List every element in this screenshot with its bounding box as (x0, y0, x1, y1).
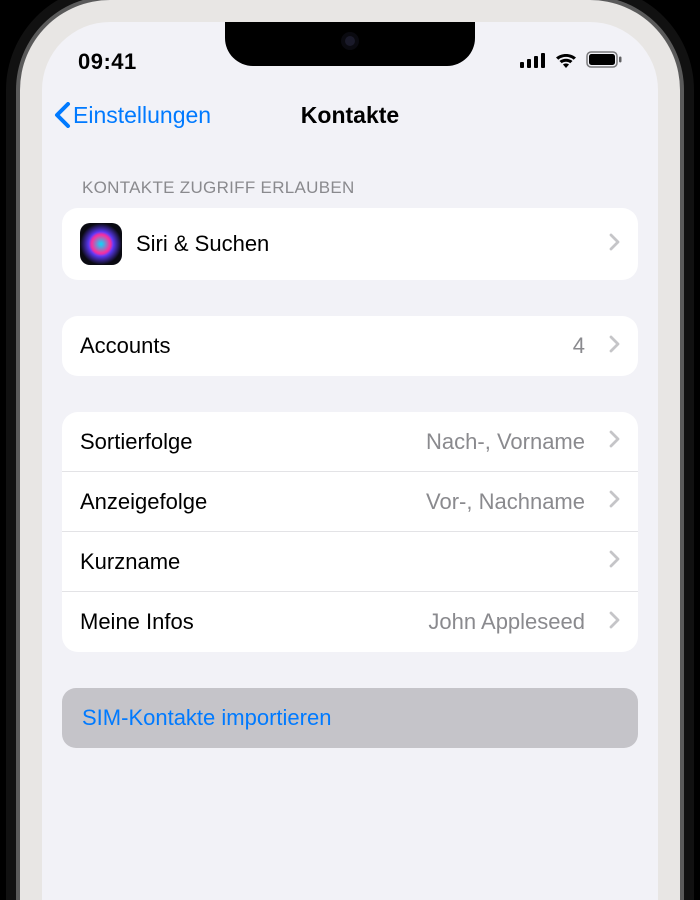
siri-icon (80, 223, 122, 265)
group-access: Siri & Suchen (62, 208, 638, 280)
row-accounts[interactable]: Accounts 4 (62, 316, 638, 376)
chevron-right-icon (609, 490, 620, 513)
row-label-siri: Siri & Suchen (136, 231, 269, 257)
chevron-right-icon (609, 430, 620, 453)
status-time: 09:41 (78, 49, 137, 75)
notch (225, 22, 475, 66)
chevron-right-icon (609, 550, 620, 573)
row-label-accounts: Accounts (80, 333, 171, 359)
chevron-right-icon (609, 335, 620, 358)
back-button[interactable]: Einstellungen (54, 102, 211, 129)
group-action: SIM-Kontakte importieren (62, 688, 638, 748)
phone-frame: 09:41 Einstellungen Kontakte (20, 0, 680, 900)
row-value-accounts: 4 (573, 333, 585, 359)
section-header-access: KONTAKTE ZUGRIFF ERLAUBEN (62, 156, 638, 208)
chevron-left-icon (54, 102, 71, 128)
row-my-info[interactable]: Meine Infos John Appleseed (62, 592, 638, 652)
row-label-short: Kurzname (80, 549, 180, 575)
battery-icon (586, 51, 622, 73)
row-siri-search[interactable]: Siri & Suchen (62, 208, 638, 280)
back-label: Einstellungen (73, 102, 211, 129)
row-short-name[interactable]: Kurzname (62, 532, 638, 592)
wifi-icon (554, 51, 578, 74)
chevron-right-icon (609, 233, 620, 256)
cellular-icon (520, 52, 546, 73)
screen: 09:41 Einstellungen Kontakte (42, 22, 658, 900)
row-label-sort: Sortierfolge (80, 429, 193, 455)
row-label-me: Meine Infos (80, 609, 194, 635)
row-sort-order[interactable]: Sortierfolge Nach-, Vorname (62, 412, 638, 472)
row-value-me: John Appleseed (428, 609, 585, 635)
row-label-display: Anzeigefolge (80, 489, 207, 515)
chevron-right-icon (609, 611, 620, 634)
row-display-order[interactable]: Anzeigefolge Vor-, Nachname (62, 472, 638, 532)
group-accounts: Accounts 4 (62, 316, 638, 376)
import-sim-button[interactable]: SIM-Kontakte importieren (62, 688, 638, 748)
settings-content: KONTAKTE ZUGRIFF ERLAUBEN Siri & Suchen … (42, 148, 658, 748)
nav-bar: Einstellungen Kontakte (42, 82, 658, 148)
group-sorting: Sortierfolge Nach-, Vorname Anzeigefolge… (62, 412, 638, 652)
row-value-sort: Nach-, Vorname (426, 429, 585, 455)
row-value-display: Vor-, Nachname (426, 489, 585, 515)
